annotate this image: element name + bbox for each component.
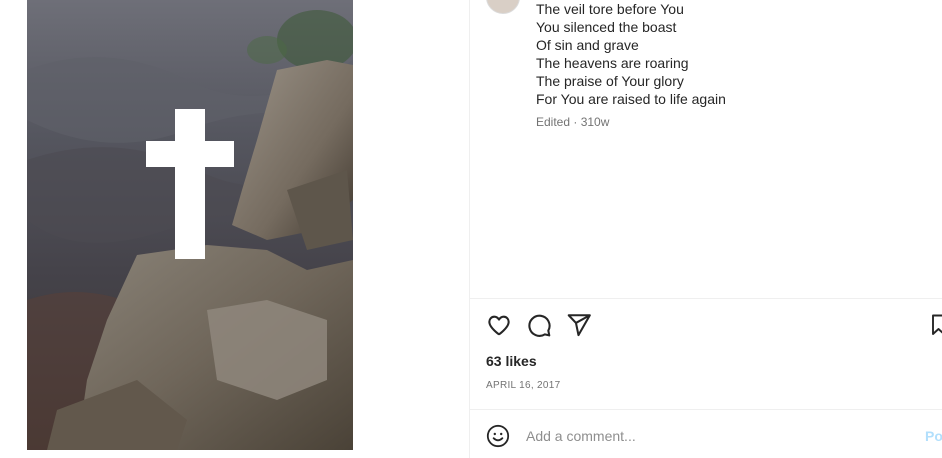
- comment-top-divider: [470, 409, 942, 410]
- actions-top-divider: [470, 298, 942, 299]
- caption-line: The praise of Your glory: [536, 73, 684, 89]
- post-age[interactable]: 310w: [581, 115, 610, 129]
- caption-line: For You are raised to life again: [536, 91, 726, 107]
- panel-divider: [469, 0, 470, 458]
- bookmark-icon[interactable]: [930, 312, 942, 338]
- comment-icon[interactable]: [526, 312, 552, 338]
- post-caption: The veil tore before You You silenced th…: [536, 0, 926, 108]
- post-image[interactable]: [27, 0, 353, 450]
- caption-line: You silenced the boast: [536, 19, 677, 35]
- post-date: APRIL 16, 2017: [486, 380, 561, 391]
- caption-line: Of sin and grave: [536, 37, 639, 53]
- author-avatar[interactable]: [486, 0, 520, 14]
- post-photo-graphic: [27, 0, 353, 450]
- likes-count[interactable]: 63 likes: [486, 353, 537, 369]
- caption-meta: Edited · 310w: [536, 115, 609, 129]
- post-comment-button[interactable]: Post: [925, 428, 942, 444]
- send-icon[interactable]: [566, 312, 592, 338]
- caption-line: The veil tore before You: [536, 1, 684, 17]
- edited-label: Edited: [536, 115, 571, 129]
- meta-separator: ·: [570, 115, 581, 129]
- heart-icon[interactable]: [486, 312, 512, 338]
- emoji-icon[interactable]: [486, 424, 510, 448]
- comment-input[interactable]: [526, 426, 906, 446]
- caption-line: The heavens are roaring: [536, 55, 689, 71]
